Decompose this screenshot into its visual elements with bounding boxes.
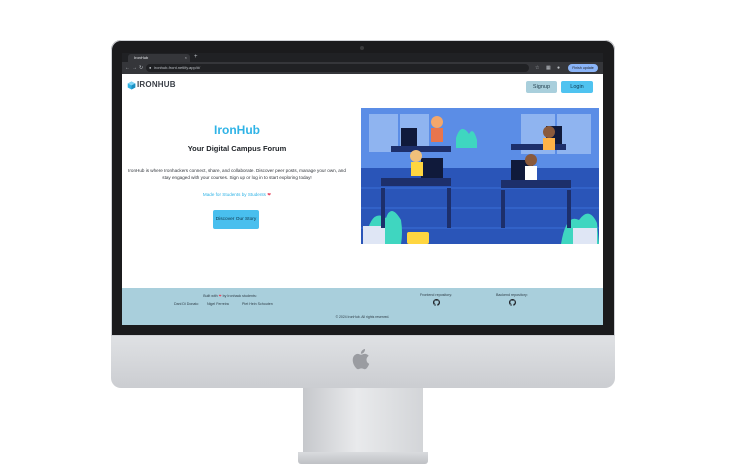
camera-icon <box>360 46 364 50</box>
apple-logo-icon <box>352 349 370 370</box>
new-tab-icon[interactable]: + <box>194 53 198 62</box>
extensions-icon[interactable]: ▦ <box>546 62 551 74</box>
heart-icon: ❤ <box>218 294 222 298</box>
address-bar[interactable]: ● ironhub-front.netlify.app/#/ <box>146 64 529 72</box>
coworking-illustration <box>361 108 599 244</box>
developer-link[interactable]: Dani Di Donato <box>174 302 198 307</box>
backend-repo-label: Backend repository: <box>496 293 528 297</box>
site-logo-text[interactable]: IRONHUB <box>137 80 176 90</box>
developer-link[interactable]: Nigel Ferreira <box>207 302 229 307</box>
discover-story-label: Discover Our Story <box>215 216 257 222</box>
browser-tab-bar: IronHub × + <box>122 53 603 62</box>
browser-tab[interactable]: IronHub × <box>128 54 190 62</box>
reload-icon[interactable]: ↻ <box>139 62 143 74</box>
url-text: ironhub-front.netlify.app/#/ <box>154 65 201 70</box>
cube-logo-icon[interactable] <box>127 81 136 90</box>
hero-description: IronHub is where Ironhackers connect, sh… <box>128 168 346 180</box>
tab-title: IronHub <box>134 55 149 60</box>
hero-subtitle: Your Digital Campus Forum <box>187 144 287 153</box>
monitor-stand-neck <box>303 388 423 454</box>
profile-icon[interactable]: ● <box>557 62 560 74</box>
built-with-text: Built with ❤ by Ironhack students: <box>175 294 285 299</box>
hero-title: IronHub <box>214 123 260 137</box>
lock-icon: ● <box>149 65 152 70</box>
developer-link[interactable]: Piet Hein Schouten <box>242 302 273 307</box>
close-icon[interactable]: × <box>185 54 187 62</box>
back-icon[interactable]: ← <box>125 62 130 74</box>
copyright-text: © 2024 IronHub. All rights reserved. <box>335 315 390 319</box>
imac-mockup: IronHub × + ← → ↻ ● ironhub-front.netlif… <box>0 0 730 470</box>
built-with-suffix: by Ironhack students: <box>222 294 257 298</box>
heart-icon: ❤ <box>267 192 272 197</box>
made-for-text: Made for Students by Students <box>202 192 266 197</box>
screen: IronHub × + ← → ↻ ● ironhub-front.netlif… <box>122 53 603 325</box>
star-icon[interactable]: ☆ <box>535 62 539 74</box>
forward-icon[interactable]: → <box>132 62 137 74</box>
frontend-repo-label: Frontend repository: <box>420 293 453 297</box>
browser-toolbar: ← → ↻ ● ironhub-front.netlify.app/#/ ☆ ▦… <box>122 62 603 74</box>
signup-button[interactable]: Signup <box>526 81 557 93</box>
monitor-stand-foot <box>298 452 428 464</box>
made-for-students: Made for Students by Students ❤ <box>122 192 352 198</box>
built-with-prefix: Built with <box>203 294 218 298</box>
github-icon[interactable] <box>433 299 440 306</box>
finish-update-button[interactable]: Finish update <box>568 64 598 72</box>
github-icon[interactable] <box>509 299 516 306</box>
login-button[interactable]: Login <box>561 81 593 93</box>
discover-story-button[interactable]: Discover Our Story <box>213 210 259 229</box>
